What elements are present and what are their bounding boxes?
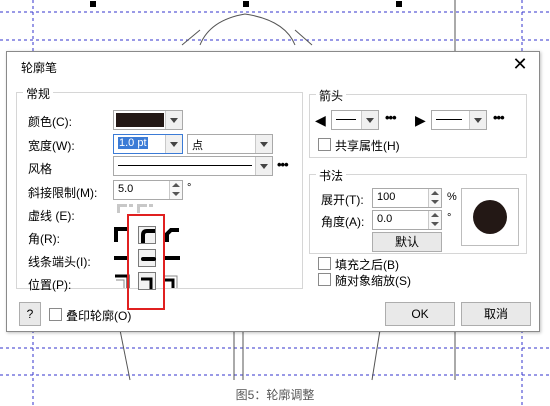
overprint-outline-checkbox[interactable]: [49, 308, 62, 321]
stretch-label: 展开(T):: [321, 193, 364, 207]
unit-value: 点: [192, 140, 203, 152]
start-arrow-select[interactable]: [331, 110, 379, 130]
end-arrow-select[interactable]: [431, 110, 487, 130]
cap-square-button[interactable]: [163, 249, 181, 267]
start-arrow-more-button[interactable]: •••: [385, 110, 397, 125]
style-line-preview: [118, 165, 252, 166]
chevron-down-icon: [165, 111, 182, 129]
position-inside-button[interactable]: [163, 272, 181, 290]
ok-button[interactable]: OK: [385, 302, 455, 326]
style-select[interactable]: [113, 156, 273, 176]
angle-value: 0.0: [377, 213, 393, 225]
cap-label: 线条端头(I):: [28, 255, 91, 269]
miter-label: 斜接限制(M):: [28, 186, 98, 200]
nib-shape: [473, 200, 507, 234]
width-label: 宽度(W):: [28, 139, 75, 153]
share-attributes-checkbox[interactable]: [318, 138, 331, 151]
width-value: 1.0 pt: [118, 137, 148, 149]
style-more-button[interactable]: •••: [277, 157, 289, 172]
stretch-input[interactable]: 100: [372, 188, 442, 208]
stretch-value: 100: [377, 191, 396, 203]
angle-input[interactable]: 0.0: [372, 210, 442, 230]
highlight-annotation-box: [127, 214, 165, 310]
dash-label: 虚线 (E):: [28, 209, 75, 223]
general-group-label: 常规: [23, 85, 54, 102]
default-button[interactable]: 默认: [372, 232, 442, 252]
color-picker[interactable]: [113, 110, 183, 130]
position-label: 位置(P):: [28, 278, 72, 292]
miter-value: 5.0: [118, 183, 134, 195]
angle-unit: °: [447, 212, 452, 224]
figure-caption: 图5：轮廓调整: [235, 388, 315, 402]
nib-preview: [461, 188, 519, 246]
behind-fill-label: 填充之后(B): [335, 258, 399, 272]
overprint-outline-label: 叠印轮廓(O): [66, 309, 132, 323]
cancel-button[interactable]: 取消: [461, 302, 531, 326]
arrows-group-label: 箭头: [316, 87, 347, 104]
stretch-spinner[interactable]: [428, 189, 441, 207]
dialog-titlebar: 轮廓笔 ✕: [7, 52, 539, 78]
dialog-title: 轮廓笔: [21, 61, 58, 75]
outline-pen-dialog: 轮廓笔 ✕ 常规 颜色(C): 宽度(W): 1.0 pt 点 风格 ••• 斜…: [6, 51, 540, 332]
arrow-right-icon: ▶: [415, 112, 426, 128]
chevron-down-icon: [255, 157, 272, 175]
stretch-unit: %: [447, 191, 457, 203]
chevron-down-icon: [165, 135, 182, 153]
chevron-down-icon: [361, 111, 378, 129]
width-combo[interactable]: 1.0 pt: [113, 134, 183, 154]
color-swatch: [116, 113, 164, 127]
chevron-down-icon: [255, 135, 272, 153]
start-arrow-preview: [336, 119, 356, 120]
corner-label: 角(R):: [28, 232, 60, 246]
end-arrow-more-button[interactable]: •••: [493, 110, 505, 125]
calligraphy-group-label: 书法: [316, 167, 347, 184]
unit-select[interactable]: 点: [187, 134, 273, 154]
miter-input[interactable]: 5.0: [113, 180, 183, 200]
end-arrow-preview: [436, 119, 462, 120]
miter-spinner[interactable]: [169, 181, 182, 199]
behind-fill-checkbox[interactable]: [318, 257, 331, 270]
miter-unit: °: [187, 182, 192, 194]
arrow-left-icon: ◀: [315, 112, 326, 128]
position-inside-icon: [165, 275, 178, 288]
close-button[interactable]: ✕: [511, 55, 529, 73]
share-attributes-label: 共享属性(H): [335, 139, 400, 153]
corner-bevel-button[interactable]: [163, 226, 181, 244]
chevron-down-icon: [469, 111, 486, 129]
cap-square-icon: [165, 256, 180, 260]
style-label: 风格: [28, 162, 53, 176]
angle-spinner[interactable]: [428, 211, 441, 229]
color-label: 颜色(C):: [28, 115, 72, 129]
corner-bevel-icon: [165, 228, 179, 242]
help-button[interactable]: ?: [19, 302, 41, 326]
angle-label: 角度(A):: [321, 215, 365, 229]
scale-with-object-checkbox[interactable]: [318, 273, 331, 286]
scale-with-object-label: 随对象缩放(S): [335, 274, 411, 288]
